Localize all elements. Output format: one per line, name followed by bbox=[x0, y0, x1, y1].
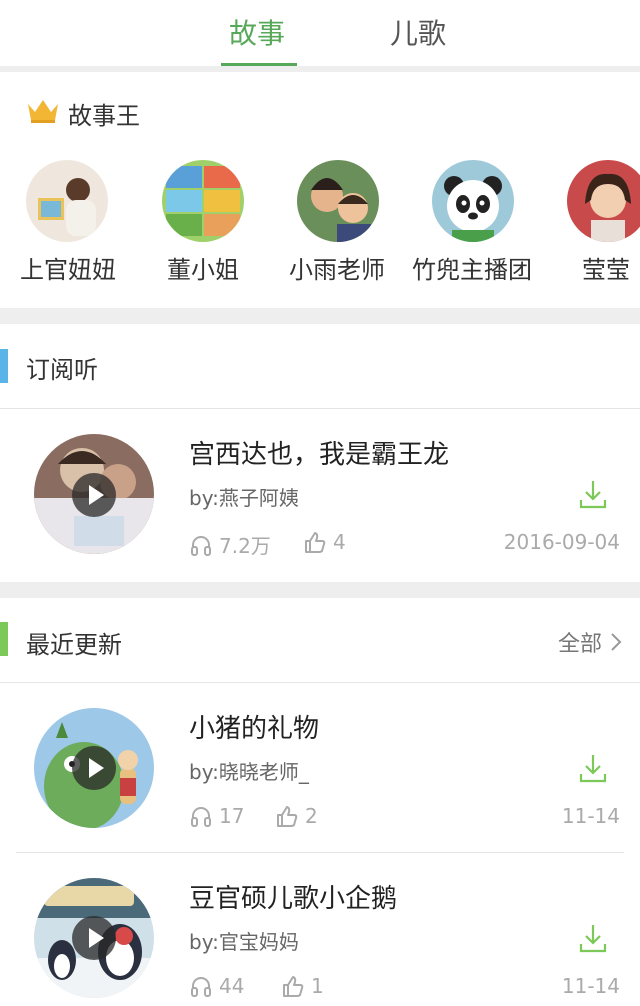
recent-divider bbox=[0, 682, 640, 683]
anchor-avatar-1[interactable] bbox=[162, 160, 244, 242]
play-count-value: 17 bbox=[219, 804, 245, 828]
anchor-name-3[interactable]: 竹兜主播团 bbox=[412, 250, 532, 285]
play-icon[interactable] bbox=[72, 916, 116, 960]
recent-title: 最近更新 bbox=[26, 631, 122, 659]
recent-item-title[interactable]: 小猪的礼物 bbox=[189, 708, 319, 745]
play-icon[interactable] bbox=[72, 746, 116, 790]
play-count: 44 bbox=[189, 974, 244, 998]
like-count-value: 4 bbox=[333, 530, 346, 554]
like-count-value: 1 bbox=[311, 974, 324, 998]
recent-item-author: by:官宝妈妈 bbox=[189, 930, 299, 954]
recent-item-date: 11-14 bbox=[561, 804, 620, 828]
subscribe-accent-bar bbox=[0, 349, 8, 383]
play-icon[interactable] bbox=[72, 473, 116, 517]
anchor-name-1[interactable]: 董小姐 bbox=[167, 250, 239, 285]
recent-more-label[interactable]: 全部 bbox=[558, 626, 602, 658]
download-icon[interactable] bbox=[578, 922, 608, 954]
anchor-avatar-2[interactable] bbox=[297, 160, 379, 242]
headphones-icon bbox=[191, 807, 211, 827]
anchor-name-4[interactable]: 莹莹 bbox=[582, 250, 630, 285]
subscribe-item-title[interactable]: 宫西达也，我是霸王龙 bbox=[189, 434, 449, 471]
anchor-avatar-4[interactable] bbox=[567, 160, 640, 242]
subscribe-item-author: by:燕子阿姨 bbox=[189, 486, 299, 510]
anchor-avatar-0[interactable] bbox=[26, 160, 108, 242]
like-count-value: 2 bbox=[305, 804, 318, 828]
like-count: 2 bbox=[275, 804, 318, 828]
download-icon[interactable] bbox=[578, 752, 608, 784]
play-count: 17 bbox=[189, 804, 244, 828]
subscribe-item-date: 2016-09-04 bbox=[503, 530, 620, 554]
like-count: 4 bbox=[303, 530, 346, 554]
play-count-value: 44 bbox=[219, 974, 245, 998]
recent-accent-bar bbox=[0, 622, 8, 656]
recent-item-date: 11-14 bbox=[561, 974, 620, 998]
headphones-icon bbox=[191, 535, 211, 556]
play-count: 7.2万 bbox=[189, 530, 271, 559]
chevron-right-icon[interactable] bbox=[610, 632, 622, 652]
headphones-icon bbox=[191, 977, 211, 997]
thumbs-up-icon[interactable] bbox=[281, 974, 305, 998]
top-tab-bar: 故事 儿歌 bbox=[0, 0, 640, 66]
anchor-avatar-3[interactable] bbox=[432, 160, 514, 242]
crown-icon bbox=[28, 100, 58, 123]
story-kings-title: 故事王 bbox=[68, 102, 140, 130]
recent-item-title[interactable]: 豆官硕儿歌小企鹅 bbox=[189, 878, 397, 915]
recent-more-link[interactable]: 全部 bbox=[558, 626, 622, 658]
download-icon[interactable] bbox=[578, 478, 608, 510]
subscribe-divider bbox=[0, 408, 640, 409]
anchor-name-2[interactable]: 小雨老师 bbox=[289, 250, 385, 285]
like-count: 1 bbox=[281, 974, 324, 998]
row-divider bbox=[16, 852, 624, 853]
recent-item-author: by:晓晓老师_ bbox=[189, 760, 309, 784]
play-count-value: 7.2万 bbox=[219, 534, 271, 558]
active-tab-indicator bbox=[221, 63, 297, 66]
thumbs-up-icon[interactable] bbox=[303, 530, 327, 554]
thumbs-up-icon[interactable] bbox=[275, 804, 299, 828]
anchor-name-0[interactable]: 上官妞妞 bbox=[20, 250, 116, 285]
subscribe-title: 订阅听 bbox=[26, 356, 98, 384]
tab-stories[interactable]: 故事 bbox=[229, 12, 285, 52]
tab-songs[interactable]: 儿歌 bbox=[390, 12, 446, 52]
